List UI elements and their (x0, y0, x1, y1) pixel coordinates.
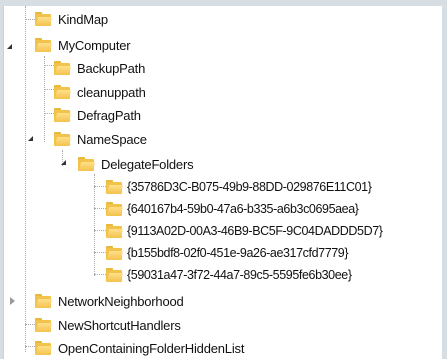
folder-icon (105, 245, 123, 261)
folder-icon (34, 317, 52, 333)
tree-node-guid[interactable]: {59031a47-3f72-44a7-89c5-5595fe6b30ee} (105, 264, 352, 286)
tree-node-label: {35786D3C-B075-49b9-88DD-029876E11C01} (127, 180, 372, 194)
collapse-arrow-icon[interactable] (7, 44, 12, 49)
tree-node-label: DefragPath (77, 107, 141, 123)
folder-icon (34, 11, 52, 27)
tree-node-namespace[interactable]: NameSpace (53, 128, 147, 150)
tree-node-networkneighborhood[interactable]: NetworkNeighborhood (34, 290, 184, 312)
tree-node-cleanuppath[interactable]: cleanuppath (53, 81, 146, 103)
folder-icon (105, 179, 123, 195)
tree-node-backuppath[interactable]: BackupPath (53, 57, 145, 79)
tree-node-guid[interactable]: {35786D3C-B075-49b9-88DD-029876E11C01} (105, 176, 372, 198)
tree-node-newshortcuthandlers[interactable]: NewShortcutHandlers (34, 314, 181, 336)
folder-icon (105, 201, 123, 217)
tree-connector (94, 174, 95, 276)
tree-node-label: MyComputer (58, 37, 131, 53)
tree-node-label: {59031a47-3f72-44a7-89c5-5595fe6b30ee} (127, 268, 352, 282)
registry-tree[interactable]: KindMap MyComputer BackupPath cleanuppat… (3, 6, 442, 359)
tree-connector (44, 56, 45, 142)
folder-icon (105, 223, 123, 239)
tree-node-label: KindMap (58, 11, 108, 27)
folder-icon (53, 107, 71, 123)
tree-node-delegatefolders[interactable]: DelegateFolders (77, 153, 194, 175)
folder-icon (53, 60, 71, 76)
tree-connector (25, 6, 26, 352)
folder-icon (53, 84, 71, 100)
tree-node-label: {9113A02D-00A3-46B9-BC5F-9C04DADDD5D7} (127, 224, 383, 238)
tree-node-guid[interactable]: {9113A02D-00A3-46B9-BC5F-9C04DADDD5D7} (105, 220, 383, 242)
registry-window: KindMap MyComputer BackupPath cleanuppat… (0, 0, 447, 359)
tree-node-label: OpenContainingFolderHiddenList (58, 340, 245, 356)
folder-open-icon (34, 37, 52, 53)
tree-node-label: {b155bdf8-02f0-451e-9a26-ae317cfd7779} (127, 246, 349, 260)
folder-icon (34, 340, 52, 356)
tree-node-label: {640167b4-59b0-47a6-b335-a6b3c0695aea} (127, 202, 359, 216)
tree-node-kindmap[interactable]: KindMap (34, 8, 108, 30)
folder-icon (105, 267, 123, 283)
expand-arrow-icon[interactable] (10, 297, 15, 305)
tree-node-label: DelegateFolders (101, 156, 194, 172)
tree-node-label: NameSpace (77, 131, 147, 147)
tree-node-mycomputer[interactable]: MyComputer (34, 34, 131, 56)
collapse-arrow-icon[interactable] (28, 136, 33, 141)
tree-node-defragpath[interactable]: DefragPath (53, 104, 141, 126)
tree-node-label: BackupPath (77, 60, 146, 76)
tree-node-guid[interactable]: {b155bdf8-02f0-451e-9a26-ae317cfd7779} (105, 242, 349, 264)
tree-node-label: NewShortcutHandlers (58, 317, 181, 333)
collapse-arrow-icon[interactable] (61, 160, 66, 165)
tree-node-opencontainingfolderhiddenlist[interactable]: OpenContainingFolderHiddenList (34, 337, 244, 359)
folder-open-icon (77, 156, 95, 172)
tree-node-guid[interactable]: {640167b4-59b0-47a6-b335-a6b3c0695aea} (105, 198, 359, 220)
tree-node-label: NetworkNeighborhood (58, 293, 184, 309)
folder-open-icon (53, 131, 71, 147)
tree-node-label: cleanuppath (77, 84, 146, 100)
folder-icon (34, 293, 52, 309)
